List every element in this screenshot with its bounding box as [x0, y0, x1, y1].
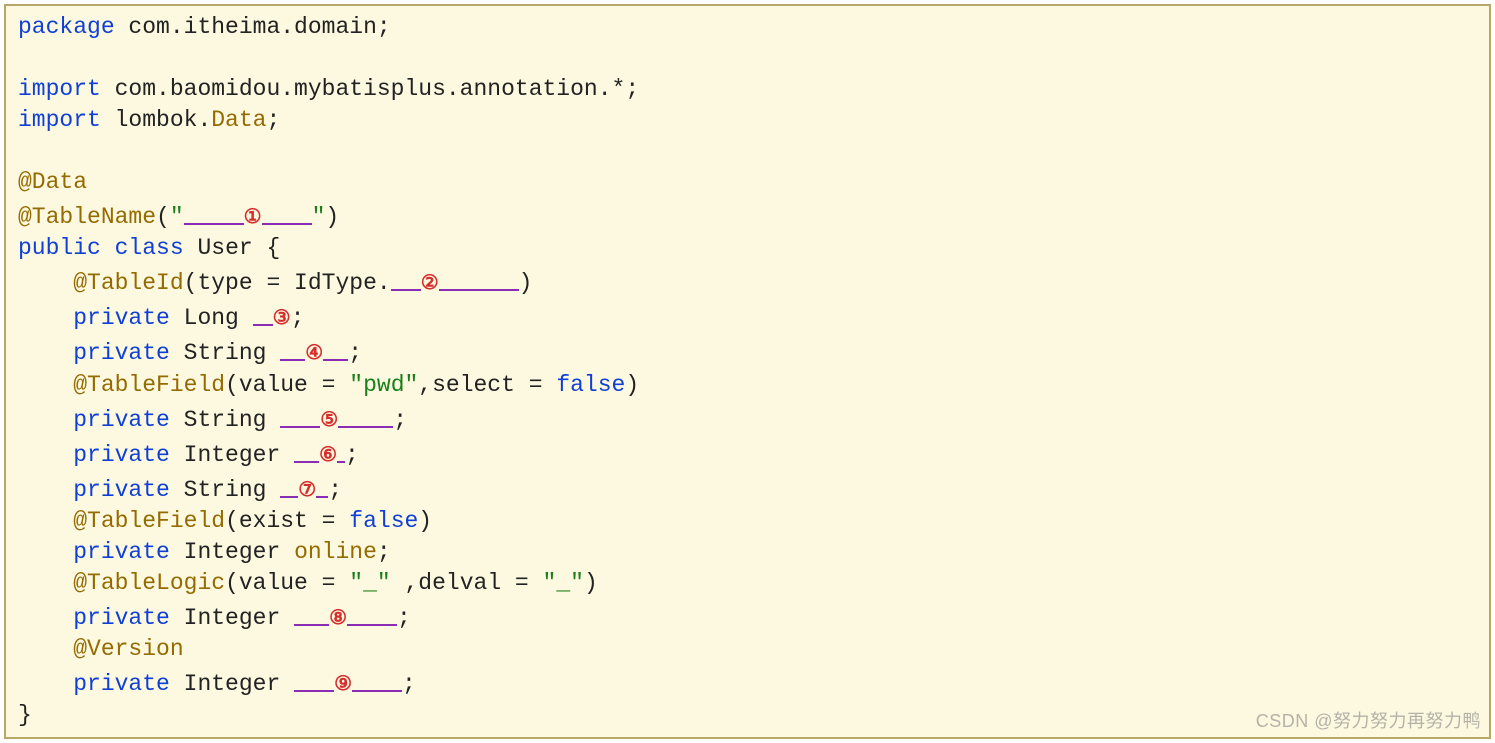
- tableid-args-b: ): [519, 270, 533, 296]
- kw-private-3: private: [73, 407, 170, 433]
- type-integer-2: Integer: [170, 539, 294, 565]
- tl-str-2: "_": [543, 570, 584, 596]
- blank-5b: [338, 403, 393, 428]
- type-string-3: String: [170, 477, 280, 503]
- blank-6b: [337, 438, 345, 463]
- blank-3a: [253, 301, 273, 326]
- semi-1: ;: [291, 305, 305, 331]
- blank-7a: [280, 473, 298, 498]
- kw-import-2: import: [18, 107, 101, 133]
- annotation-tablefield-1: @TableField: [73, 372, 225, 398]
- quote-open-1: ": [170, 204, 184, 230]
- tl-a: (value =: [225, 570, 349, 596]
- annotation-tableid: @TableId: [73, 270, 183, 296]
- circle-8-icon: ⑧: [329, 607, 347, 629]
- blank-6a: [294, 438, 319, 463]
- annotation-tablefield-2: @TableField: [73, 508, 225, 534]
- circle-2-icon: ②: [421, 272, 439, 294]
- circle-4-icon: ④: [305, 342, 323, 364]
- semi-7: ;: [397, 605, 411, 631]
- kw-package: package: [18, 14, 115, 40]
- kw-private-4: private: [73, 442, 170, 468]
- tf2-c: ): [418, 508, 432, 534]
- circle-7-icon: ⑦: [298, 479, 316, 501]
- annotation-tablename: @TableName: [18, 204, 156, 230]
- quote-close-1: ": [312, 204, 326, 230]
- semi-2: ;: [348, 340, 362, 366]
- blank-7b: [316, 473, 328, 498]
- tl-str-1: "_": [349, 570, 390, 596]
- tl-c: ): [584, 570, 598, 596]
- semi-8: ;: [402, 671, 416, 697]
- close-brace: }: [18, 702, 32, 728]
- type-string-2: String: [170, 407, 280, 433]
- circle-3-icon: ③: [273, 307, 291, 329]
- kw-private-5: private: [73, 477, 170, 503]
- type-integer-4: Integer: [170, 671, 294, 697]
- semi-3: ;: [393, 407, 407, 433]
- import-2-semi: ;: [266, 107, 280, 133]
- tf1-b: ,select =: [418, 372, 556, 398]
- blank-4b: [323, 336, 348, 361]
- tf1-a: (value =: [225, 372, 349, 398]
- circle-5-icon: ⑤: [320, 409, 338, 431]
- blank-4a: [280, 336, 305, 361]
- tableid-args-a: (type = IdType.: [184, 270, 391, 296]
- annotation-data: @Data: [18, 169, 87, 195]
- tf2-false: false: [349, 508, 418, 534]
- kw-private-7: private: [73, 605, 170, 631]
- type-integer-3: Integer: [170, 605, 294, 631]
- paren-close-1: ): [325, 204, 339, 230]
- annotation-tablelogic: @TableLogic: [73, 570, 225, 596]
- tf2-a: (exist =: [225, 508, 349, 534]
- semi-5: ;: [328, 477, 342, 503]
- blank-8b: [347, 601, 397, 626]
- kw-class: class: [101, 235, 184, 261]
- class-name: User {: [184, 235, 281, 261]
- tf1-str: "pwd": [349, 372, 418, 398]
- code-container: package com.itheima.domain; import com.b…: [4, 4, 1491, 739]
- kw-private-2: private: [73, 340, 170, 366]
- type-integer-1: Integer: [170, 442, 294, 468]
- kw-private-1: private: [73, 305, 170, 331]
- blank-8a: [294, 601, 329, 626]
- pkg-name-1: com.itheima.domain;: [115, 14, 391, 40]
- blank-1: [184, 200, 244, 225]
- blank-2a: [391, 266, 421, 291]
- blank-5a: [280, 403, 320, 428]
- circle-6-icon: ⑥: [319, 444, 337, 466]
- tl-b: ,delval =: [391, 570, 543, 596]
- kw-public: public: [18, 235, 101, 261]
- import-1: com.baomidou.mybatisplus.annotation.*;: [101, 76, 639, 102]
- kw-private-6: private: [73, 539, 170, 565]
- blank-1b: [262, 200, 312, 225]
- type-long: Long: [170, 305, 253, 331]
- blank-2b: [439, 266, 519, 291]
- blank-9a: [294, 667, 334, 692]
- kw-import-1: import: [18, 76, 101, 102]
- type-string-1: String: [170, 340, 280, 366]
- semi-4: ;: [345, 442, 359, 468]
- id-online: online: [294, 539, 377, 565]
- blank-9b: [352, 667, 402, 692]
- code-block: package com.itheima.domain; import com.b…: [18, 12, 1481, 731]
- circle-9-icon: ⑨: [334, 673, 352, 695]
- circle-1-icon: ①: [244, 206, 262, 228]
- tf1-c: ): [625, 372, 639, 398]
- annotation-version: @Version: [73, 636, 183, 662]
- kw-private-8: private: [73, 671, 170, 697]
- import-2a: lombok.: [101, 107, 211, 133]
- semi-6: ;: [377, 539, 391, 565]
- tf1-false: false: [556, 372, 625, 398]
- paren-open-1: (: [156, 204, 170, 230]
- import-data: Data: [211, 107, 266, 133]
